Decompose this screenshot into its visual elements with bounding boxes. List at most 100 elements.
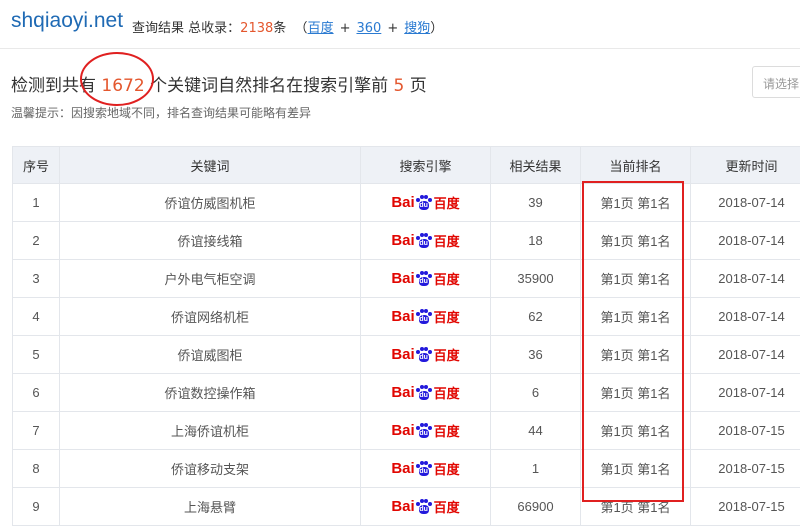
col-header-results: 相关结果 (491, 147, 581, 184)
engine-link-360[interactable]: 360 (356, 21, 381, 36)
paren-close: ） (430, 21, 443, 36)
row-rank: 第1页 第1名 (581, 336, 691, 374)
row-results: 44 (491, 412, 581, 450)
row-engine: Baidu百度 (361, 222, 491, 260)
table-row: 1侨谊仿威图机柜 Baidu百度 39第1页 第1名2018-07-14 (13, 184, 800, 222)
baidu-logo-text: Bai (391, 270, 414, 287)
row-number: 7 (13, 412, 60, 450)
col-header-engine: 搜索引擎 (361, 147, 491, 184)
table-row: 3户外电气柜空调Baidu百度35900第1页 第1名2018-07-14 (13, 260, 800, 298)
row-date: 2018-07-14 (691, 184, 800, 222)
paren-open: （ (295, 21, 308, 36)
row-number: 8 (13, 450, 60, 488)
row-keyword: 上海侨谊机柜 (60, 412, 361, 450)
row-results: 35900 (491, 260, 581, 298)
baidu-logo-cn: 百度 (434, 421, 460, 440)
table-row: 6侨谊数控操作箱Baidu百度6第1页 第1名2018-07-14 (13, 374, 800, 412)
baidu-paw-icon: du (416, 233, 432, 249)
row-date: 2018-07-15 (691, 412, 800, 450)
col-header-no: 序号 (13, 147, 60, 184)
table-row: 2侨谊接线箱Baidu百度18第1页 第1名2018-07-14 (13, 222, 800, 260)
total-count: 2138 (240, 21, 273, 36)
row-number: 6 (13, 374, 60, 412)
baidu-paw-icon: du (416, 309, 432, 325)
baidu-logo: Baidu百度 (391, 345, 459, 364)
row-keyword: 侨谊网络机柜 (60, 298, 361, 336)
row-results: 36 (491, 336, 581, 374)
baidu-logo-text: Bai (391, 194, 414, 211)
row-engine: Baidu百度 (361, 298, 491, 336)
row-keyword: 侨谊数控操作箱 (60, 374, 361, 412)
row-rank: 第1页 第1名 (581, 222, 691, 260)
baidu-paw-icon: du (416, 385, 432, 401)
summary-line: 检测到共有 1672 个关键词自然排名在搜索引擎前 5 页 (11, 71, 427, 96)
baidu-logo-cn: 百度 (434, 231, 460, 250)
warm-tip: 温馨提示：因搜索地域不同，排名查询结果可能略有差异 (11, 104, 311, 121)
table-row: 8侨谊移动支架 Baidu百度 1第1页 第1名2018-07-15 (13, 450, 800, 488)
baidu-logo-text: Bai (391, 232, 414, 249)
baidu-logo-cn: 百度 (434, 307, 460, 326)
row-engine: Baidu百度 (361, 374, 491, 412)
query-result-label: 查询结果 (132, 21, 184, 36)
baidu-paw-icon: du (416, 423, 432, 439)
row-results: 62 (491, 298, 581, 336)
baidu-logo-cn: 百度 (434, 459, 460, 478)
row-rank: 第1页 第1名 (581, 450, 691, 488)
row-engine: Baidu百度 (361, 412, 491, 450)
plus-sign: + (387, 21, 398, 36)
row-engine: Baidu百度 (361, 260, 491, 298)
row-keyword: 户外电气柜空调 (60, 260, 361, 298)
row-results: 1 (491, 450, 581, 488)
baidu-logo-text: Bai (391, 346, 414, 363)
row-keyword: 侨谊仿威图机柜 (60, 184, 361, 222)
row-number: 4 (13, 298, 60, 336)
col-header-date: 更新时间 (691, 147, 800, 184)
row-date: 2018-07-14 (691, 260, 800, 298)
col-header-keyword: 关键词 (60, 147, 361, 184)
total-unit: 条 (273, 21, 286, 36)
baidu-paw-icon: du (416, 461, 432, 477)
baidu-logo-text: Bai (391, 308, 414, 325)
baidu-logo: Baidu百度 (391, 383, 459, 402)
baidu-logo: Baidu百度 (391, 459, 459, 478)
engine-select[interactable]: 请选择 (752, 66, 800, 98)
engine-link-baidu[interactable]: 百度 (308, 21, 334, 36)
ranking-table: 序号 关键词 搜索引擎 相关结果 当前排名 更新时间 1侨谊仿威图机柜Baidu… (12, 146, 800, 526)
row-date: 2018-07-14 (691, 336, 800, 374)
count-highlight-circle (80, 52, 154, 106)
engine-link-sogou[interactable]: 搜狗 (404, 21, 430, 36)
baidu-logo-cn: 百度 (434, 269, 460, 288)
baidu-logo: Baidu百度 (391, 269, 459, 288)
baidu-logo-cn: 百度 (434, 193, 460, 212)
row-rank: 第1页 第1名 (581, 298, 691, 336)
row-results: 39 (491, 184, 581, 222)
row-number: 5 (13, 336, 60, 374)
row-rank: 第1页 第1名 (581, 412, 691, 450)
row-number: 1 (13, 184, 60, 222)
header-meta: 查询结果 总收录：2138条 （百度+360+搜狗） (132, 17, 443, 36)
row-results: 18 (491, 222, 581, 260)
table-row: 4侨谊网络机柜Baidu百度62第1页 第1名2018-07-14 (13, 298, 800, 336)
row-date: 2018-07-14 (691, 374, 800, 412)
baidu-logo-text: Bai (391, 460, 414, 477)
baidu-logo-text: Bai (391, 422, 414, 439)
row-keyword: 侨谊移动支架 (60, 450, 361, 488)
row-rank: 第1页 第1名 (581, 184, 691, 222)
row-date: 2018-07-15 (691, 450, 800, 488)
table-row: 7上海侨谊机柜Baidu百度44第1页 第1名2018-07-15 (13, 412, 800, 450)
row-rank: 第1页 第1名 (581, 374, 691, 412)
row-engine: Baidu百度 (361, 336, 491, 374)
row-date: 2018-07-14 (691, 222, 800, 260)
row-number: 3 (13, 260, 60, 298)
table-row: 5侨谊威图柜 Baidu百度 36第1页 第1名2018-07-14 (13, 336, 800, 374)
baidu-logo: Baidu百度 (391, 193, 459, 212)
baidu-logo-text: Bai (391, 384, 414, 401)
page-count: 5 (393, 76, 404, 96)
row-keyword: 侨谊接线箱 (60, 222, 361, 260)
row-number: 2 (13, 222, 60, 260)
table-header-row: 序号 关键词 搜索引擎 相关结果 当前排名 更新时间 (13, 147, 800, 184)
row-keyword: 侨谊威图柜 (60, 336, 361, 374)
site-domain[interactable]: shqiaoyi.net (11, 9, 123, 33)
baidu-logo-cn: 百度 (434, 383, 460, 402)
row-engine: Baidu百度 (361, 450, 491, 488)
